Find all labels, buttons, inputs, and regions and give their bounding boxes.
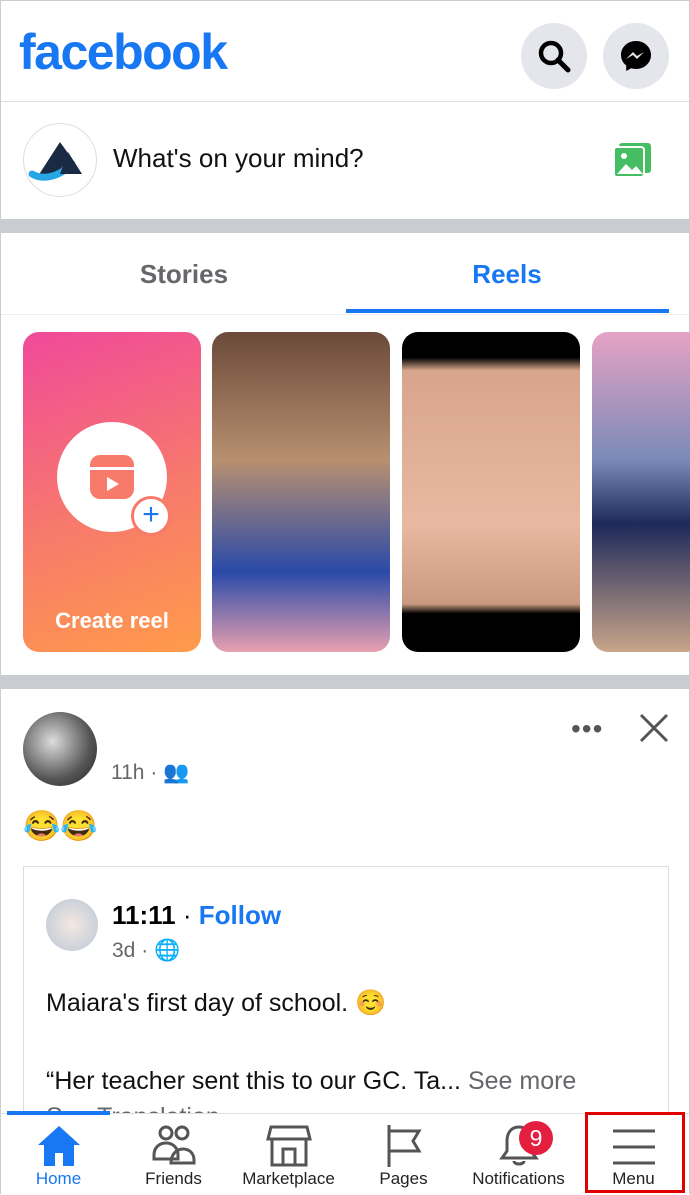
post-author-avatar[interactable]	[23, 712, 97, 786]
search-button[interactable]	[521, 23, 587, 89]
shared-text-line: “Her teacher sent this to our GC. Ta...	[46, 1067, 461, 1095]
shared-author-name[interactable]: 11:11	[112, 900, 176, 930]
close-button[interactable]	[637, 711, 671, 750]
see-more-link[interactable]: See more	[468, 1067, 576, 1095]
messenger-button[interactable]	[603, 23, 669, 89]
facebook-logo[interactable]: facebook	[19, 23, 228, 81]
create-reel-label: Create reel	[55, 608, 169, 633]
tab-reels[interactable]: Reels	[346, 259, 668, 290]
tab-stories[interactable]: Stories	[23, 259, 345, 290]
friends-icon	[152, 1125, 195, 1165]
nav-notifications[interactable]: 9 Notifications	[461, 1113, 576, 1195]
close-icon	[639, 713, 669, 743]
shared-text-line: Maiara's first day of school. ☺️	[46, 989, 387, 1017]
nav-pages[interactable]: Pages	[346, 1113, 461, 1195]
more-options-button[interactable]: •••	[571, 713, 603, 745]
post-time: 11h	[111, 761, 145, 784]
globe-icon: 🌐	[154, 939, 181, 962]
create-reel-card[interactable]: + Create reel	[23, 332, 201, 652]
nav-friends[interactable]: Friends	[116, 1113, 231, 1195]
photo-button[interactable]	[613, 141, 653, 184]
shared-post[interactable]: 11:11 · Follow 3d · 🌐 Maiara's first day…	[23, 866, 669, 1131]
follow-link[interactable]: Follow	[199, 900, 281, 930]
post-text: 😂😂	[23, 810, 98, 843]
highlight-box	[585, 1112, 685, 1193]
friends-icon: 👥	[163, 761, 190, 784]
reel-thumbnail[interactable]	[212, 332, 390, 652]
notification-badge: 9	[519, 1121, 553, 1155]
search-icon	[538, 40, 571, 73]
nav-home[interactable]: Home	[1, 1113, 116, 1195]
user-avatar[interactable]	[23, 123, 97, 197]
post-meta: 11h · 👥	[111, 761, 190, 784]
reel-thumbnail[interactable]	[592, 332, 690, 652]
composer-input[interactable]: What's on your mind?	[113, 143, 364, 174]
active-tab-indicator	[346, 309, 669, 313]
home-icon	[37, 1126, 80, 1166]
reel-thumbnail[interactable]	[402, 332, 580, 652]
photo-icon	[613, 143, 651, 178]
shared-author-avatar[interactable]	[46, 899, 98, 951]
messenger-icon	[621, 41, 651, 71]
marketplace-icon	[265, 1125, 312, 1167]
nav-marketplace[interactable]: Marketplace	[231, 1113, 346, 1195]
plus-icon: +	[131, 496, 171, 536]
flag-icon	[387, 1125, 422, 1167]
